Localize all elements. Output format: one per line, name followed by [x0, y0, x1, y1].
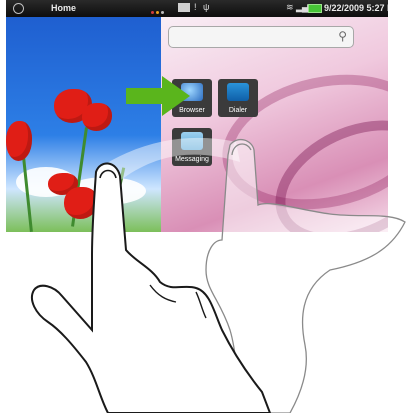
gesture-illustration [30, 137, 406, 413]
